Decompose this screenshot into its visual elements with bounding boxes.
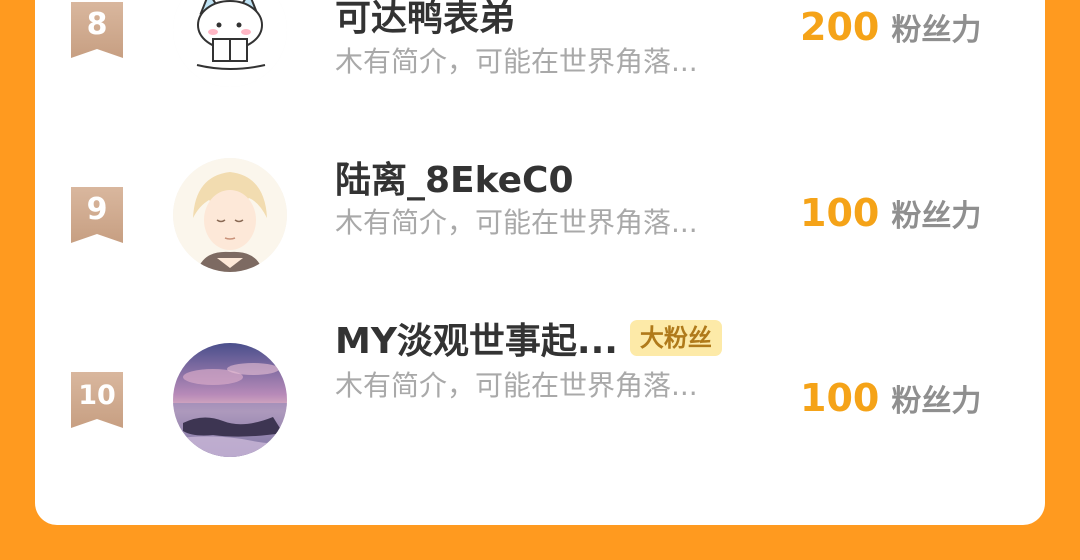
user-intro: 木有简介，可能在世界角落...	[335, 206, 698, 239]
fan-power: 100 粉丝力	[800, 191, 981, 235]
sunset-sea-avatar	[173, 343, 287, 457]
name-line: 陆离_8EkeC0	[335, 152, 574, 202]
fan-power-value: 100	[800, 376, 880, 420]
name-line: MY淡观世事起... 大粉丝	[335, 313, 722, 363]
ranking-row[interactable]: 9 陆离_8EkeC0 木有简介，可能在世界角落... 100 粉丝力	[35, 145, 1045, 295]
user-intro: 木有简介，可能在世界角落...	[335, 369, 698, 402]
fan-power-value: 200	[800, 5, 880, 49]
user-name[interactable]: MY淡观世事起...	[335, 312, 618, 364]
user-name[interactable]: 陆离_8EkeC0	[335, 151, 574, 203]
rank-number: 10	[78, 380, 116, 411]
rank-ribbon-icon: 9	[71, 187, 123, 243]
user-name[interactable]: 可达鸭表弟	[335, 0, 515, 41]
fan-power-value: 100	[800, 191, 880, 235]
fan-power-unit: 粉丝力	[891, 199, 982, 234]
fan-power-unit: 粉丝力	[891, 384, 982, 419]
ranking-panel: 8 可达鸭表弟 木有简介，可能在世界角落... 200 粉丝力 9 陆离_8Ek…	[35, 0, 1045, 525]
rank-ribbon-icon: 8	[71, 2, 123, 58]
rank-number: 9	[86, 192, 108, 227]
name-line: 可达鸭表弟	[335, 0, 515, 40]
fan-level-badge: 大粉丝	[629, 320, 722, 356]
avatar[interactable]	[173, 343, 287, 457]
ranking-row[interactable]: 10 MY淡观世事起... 大粉丝 木有简介，可能在世界角落... 100 粉丝…	[35, 320, 1045, 480]
ranking-row[interactable]: 8 可达鸭表弟 木有简介，可能在世界角落... 200 粉丝力	[35, 0, 1045, 110]
user-intro: 木有简介，可能在世界角落...	[335, 45, 698, 78]
fan-power: 200 粉丝力	[800, 5, 981, 49]
fan-power-unit: 粉丝力	[891, 13, 982, 48]
anime-boy-avatar	[173, 158, 287, 272]
avatar[interactable]	[173, 0, 287, 87]
rank-ribbon-icon: 10	[71, 372, 123, 428]
rank-number: 8	[86, 7, 108, 42]
avatar[interactable]	[173, 158, 287, 272]
cartoon-cat-reading-icon	[173, 0, 287, 87]
fan-power: 100 粉丝力	[800, 376, 981, 420]
